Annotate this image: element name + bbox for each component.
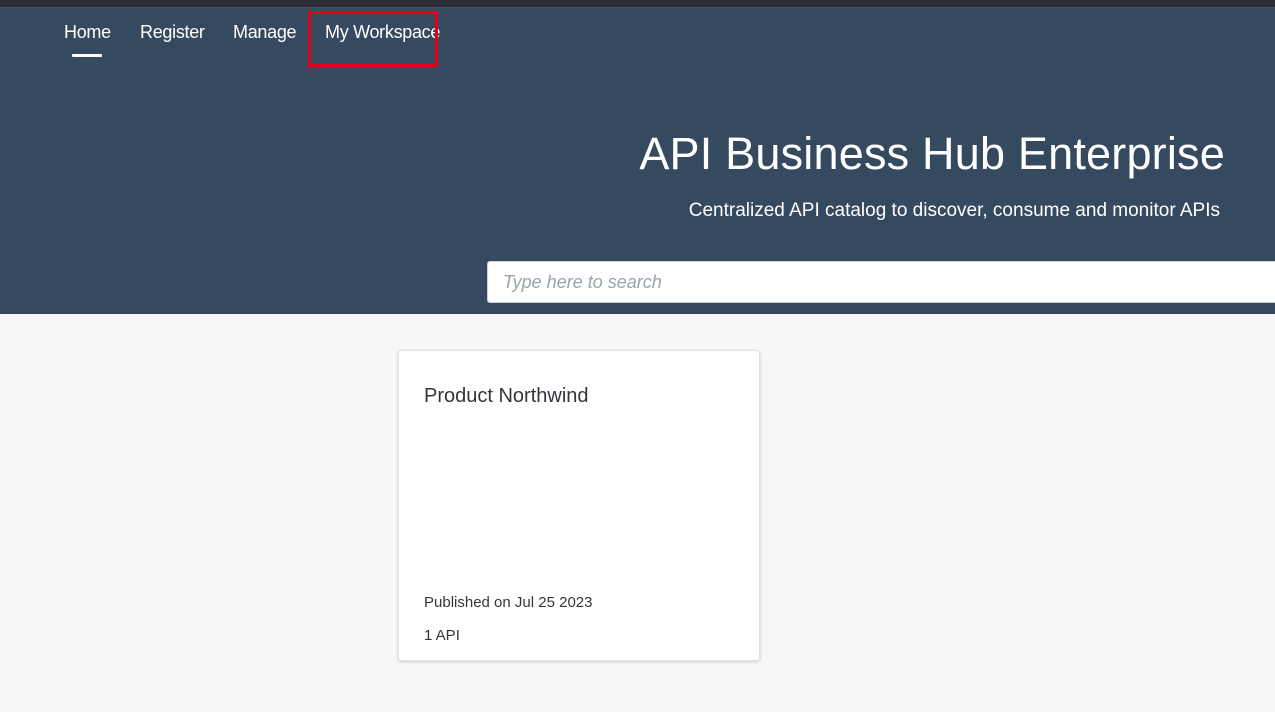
page-subtitle: Centralized API catalog to discover, con… — [688, 200, 1220, 221]
top-navigation: Home Register Manage My Workspace — [0, 8, 700, 68]
search-input[interactable] — [488, 262, 1275, 302]
search-box — [487, 261, 1275, 303]
nav-item-home[interactable]: Home — [64, 22, 111, 43]
product-card-title: Product Northwind — [424, 385, 589, 407]
nav-item-register[interactable]: Register — [140, 22, 205, 43]
nav-item-manage[interactable]: Manage — [233, 22, 297, 43]
product-published-date: Published on Jul 25 2023 — [424, 594, 593, 611]
nav-item-my-workspace[interactable]: My Workspace — [325, 22, 440, 43]
hero-banner: Home Register Manage My Workspace API Bu… — [0, 8, 1275, 314]
product-card[interactable]: Product Northwind Published on Jul 25 20… — [398, 350, 760, 661]
product-api-count: 1 API — [424, 627, 460, 644]
window-top-strip — [0, 0, 1275, 8]
main-content: Product Northwind Published on Jul 25 20… — [0, 314, 1275, 712]
nav-active-indicator — [72, 54, 102, 57]
page-title: API Business Hub Enterprise — [639, 128, 1225, 179]
